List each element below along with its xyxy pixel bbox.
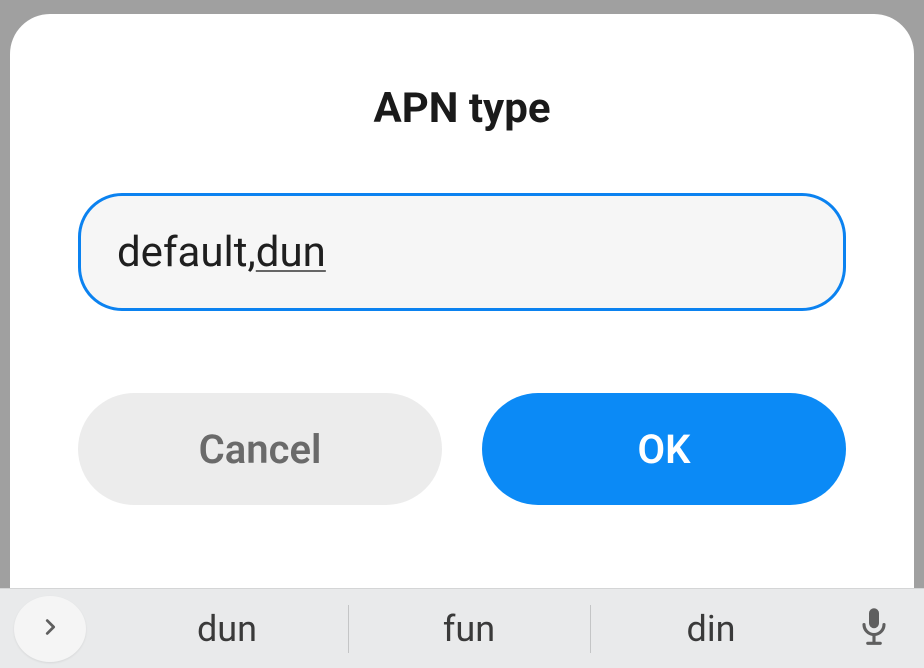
- keyboard-suggestion-bar: dun fun din: [0, 588, 924, 668]
- background-overlay: [0, 0, 924, 14]
- apn-type-dialog: APN type default,dun Cancel OK: [10, 14, 914, 668]
- expand-keyboard-button[interactable]: [14, 596, 86, 662]
- suggestion-item[interactable]: dun: [106, 601, 348, 657]
- input-text-committed: default,: [117, 228, 256, 277]
- microphone-icon: [859, 607, 889, 651]
- apn-type-input[interactable]: default,dun: [78, 193, 846, 311]
- voice-input-button[interactable]: [840, 607, 908, 651]
- suggestion-list: dun fun din: [106, 601, 832, 657]
- ok-button[interactable]: OK: [482, 393, 846, 505]
- dialog-title: APN type: [10, 84, 914, 133]
- cancel-button[interactable]: Cancel: [78, 393, 442, 505]
- suggestion-item[interactable]: din: [590, 601, 832, 657]
- dialog-buttons: Cancel OK: [78, 393, 846, 505]
- input-text-composing: dun: [256, 228, 326, 277]
- input-container: default,dun: [78, 193, 846, 311]
- suggestion-item[interactable]: fun: [348, 601, 590, 657]
- chevron-right-icon: [39, 616, 61, 642]
